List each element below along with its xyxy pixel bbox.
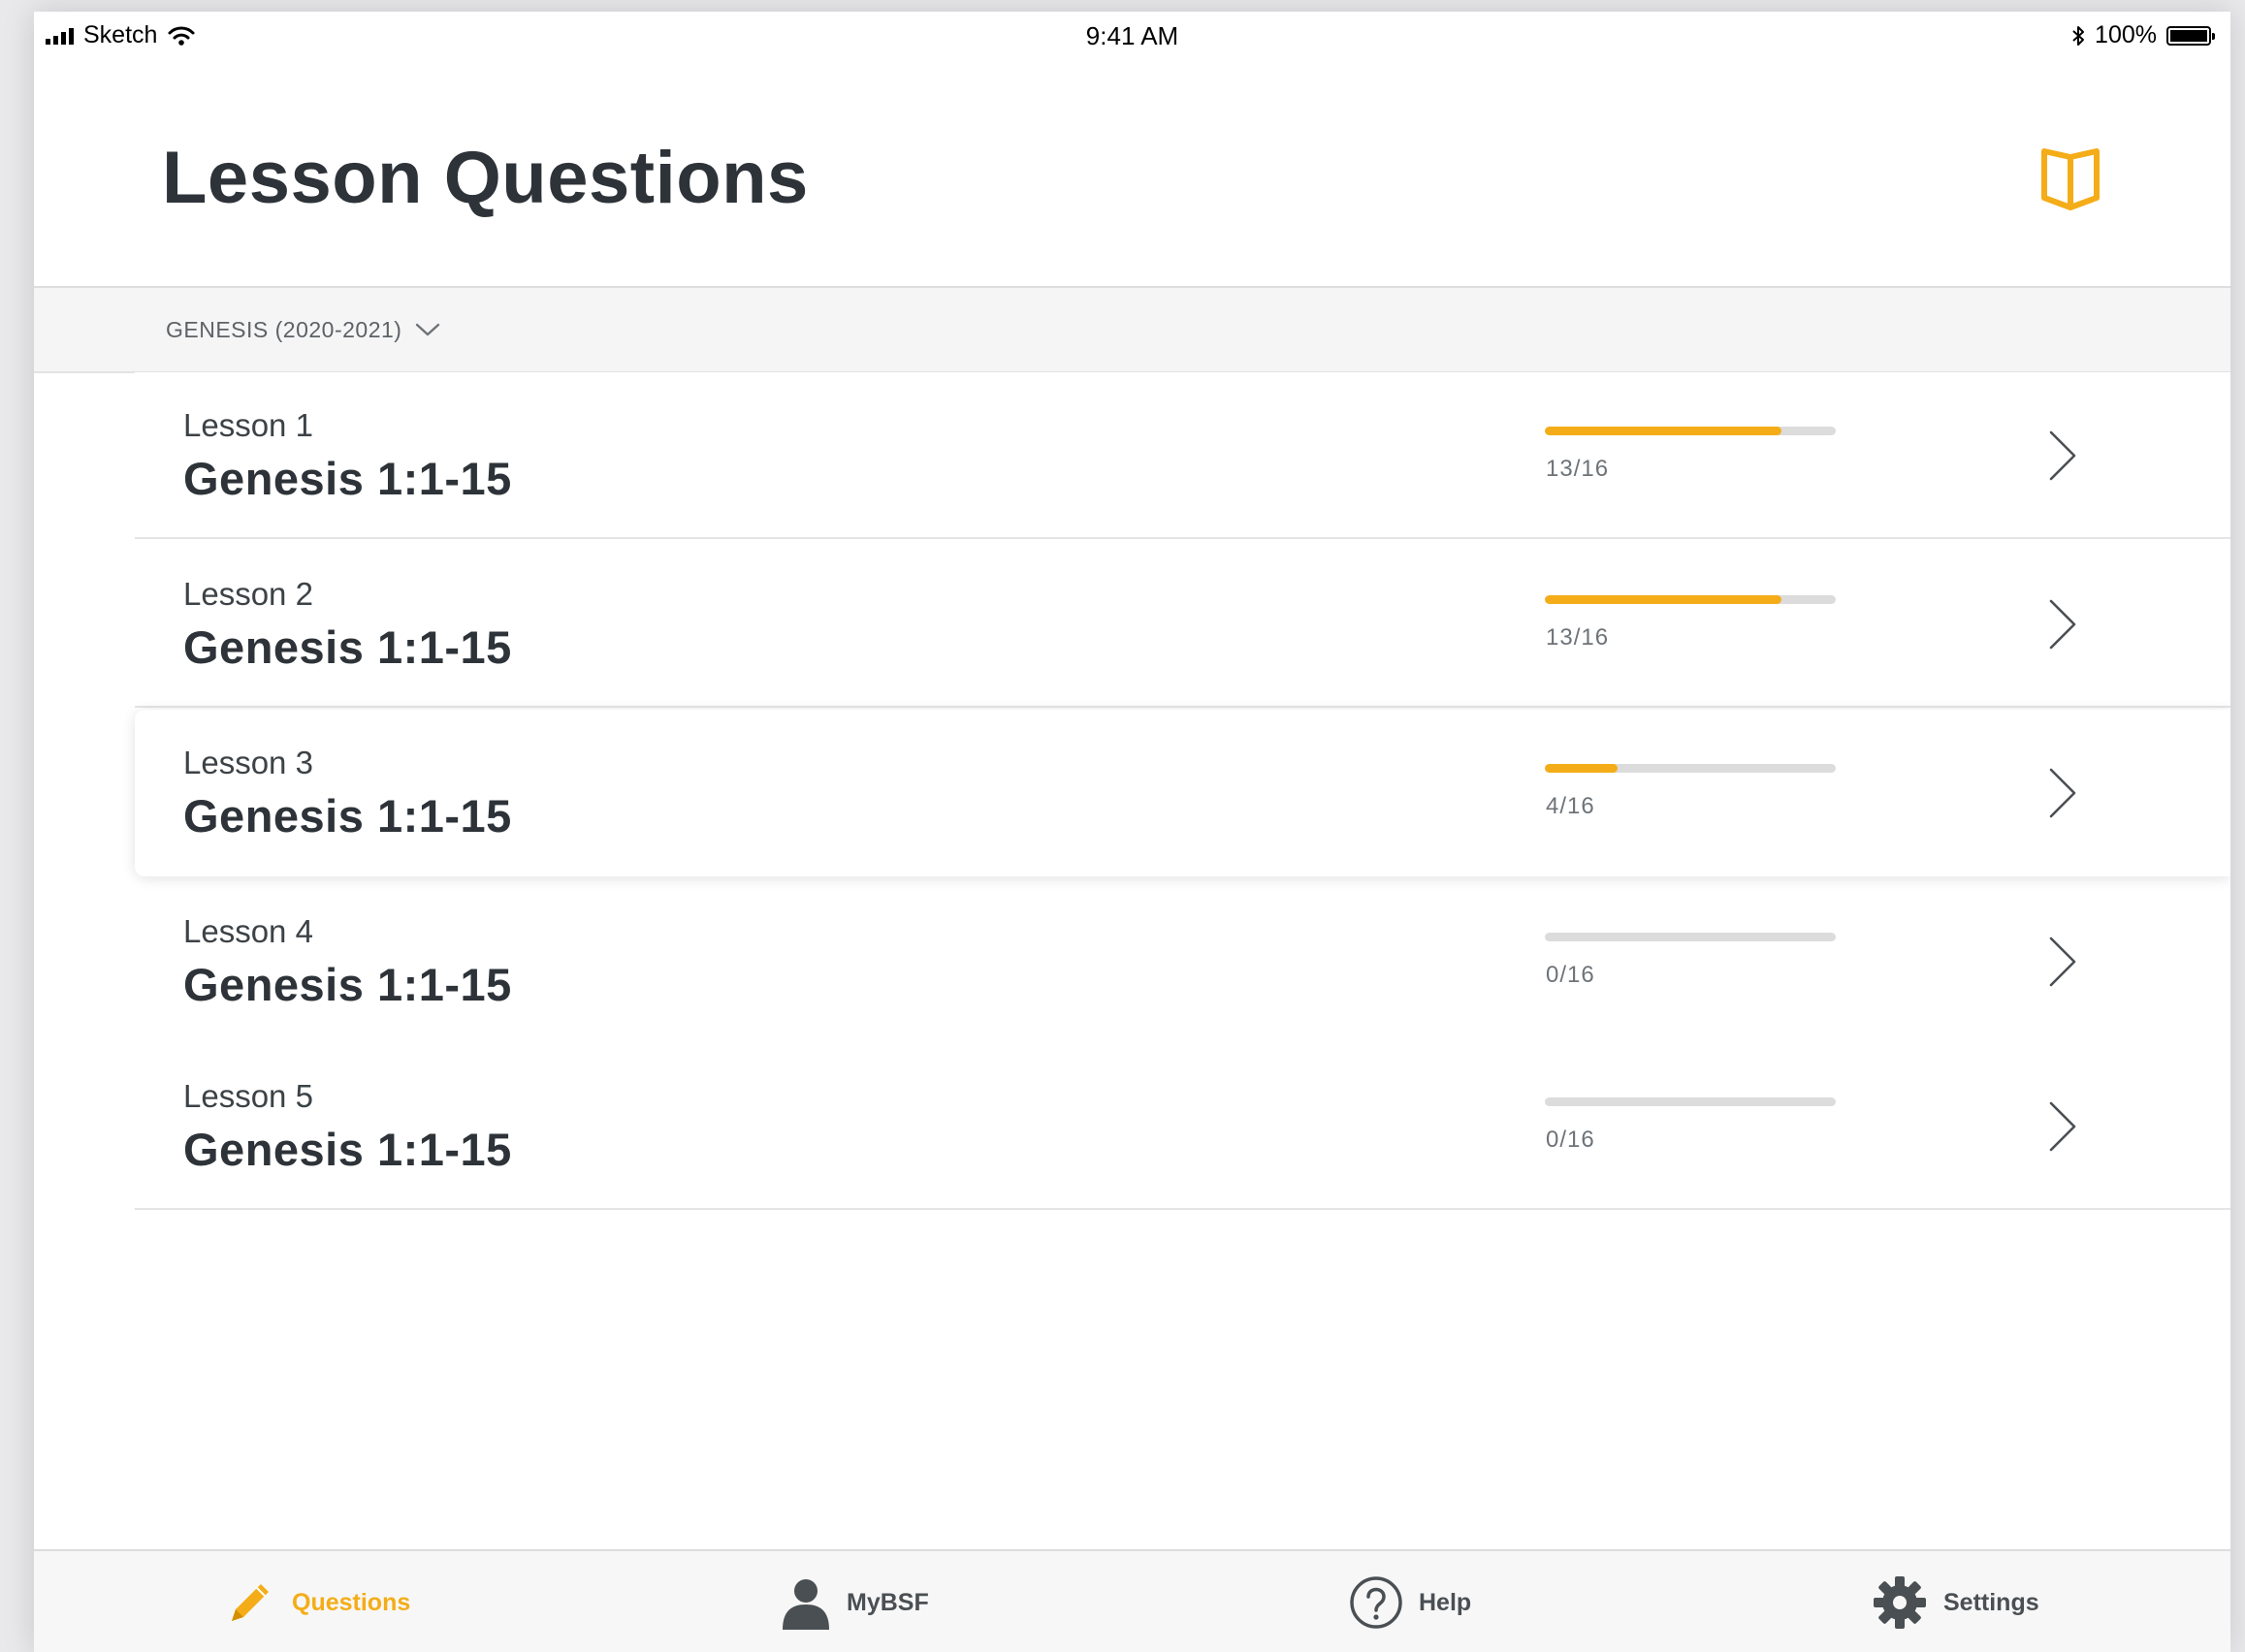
gear-icon (1874, 1576, 1926, 1629)
open-book-icon (2041, 148, 2100, 210)
lesson-reference: Genesis 1:1-15 (183, 1124, 512, 1175)
battery-icon (2166, 25, 2215, 46)
progress-label: 13/16 (1546, 456, 1610, 482)
tab-settings-label: Settings (1943, 1588, 2039, 1616)
chevron-right-icon (2049, 599, 2076, 650)
progress-bar (1545, 1097, 1836, 1106)
study-filter-bar: GENESIS (2020-2021) (34, 286, 2230, 373)
bible-button[interactable] (2032, 140, 2109, 217)
progress-label: 0/16 (1546, 962, 1595, 988)
chevron-down-icon (416, 323, 440, 336)
lesson-row-selected[interactable]: Lesson 3 Genesis 1:1-15 4/16 (135, 710, 2230, 876)
tab-questions[interactable]: Questions (224, 1551, 410, 1652)
lesson-reference: Genesis 1:1-15 (183, 621, 512, 673)
tab-help[interactable]: Help (1349, 1551, 1471, 1652)
tab-mybsf-label: MyBSF (847, 1588, 929, 1616)
battery-percent: 100% (2095, 21, 2157, 48)
progress-label: 4/16 (1546, 793, 1595, 819)
tab-questions-label: Questions (292, 1588, 411, 1616)
bluetooth-icon (2072, 25, 2085, 46)
ipad-screen: Sketch 9:41 AM 100% Lesson Questions GEN… (34, 12, 2230, 1652)
status-bar: Sketch 9:41 AM 100% (34, 12, 2230, 60)
lesson-row[interactable]: Lesson 5 Genesis 1:1-15 0/16 (135, 1043, 2230, 1210)
tab-settings[interactable]: Settings (1872, 1551, 2039, 1652)
tab-help-label: Help (1419, 1588, 1472, 1616)
chevron-right-icon (2049, 1101, 2076, 1152)
lesson-row[interactable]: Lesson 1 Genesis 1:1-15 13/16 (135, 372, 2230, 539)
progress-fill (1545, 427, 1781, 435)
lesson-reference: Genesis 1:1-15 (183, 959, 512, 1010)
progress-bar (1545, 427, 1836, 435)
progress-bar (1545, 764, 1836, 773)
lesson-number: Lesson 3 (183, 745, 313, 780)
status-bar-right: 100% (2071, 21, 2215, 49)
page-title: Lesson Questions (162, 137, 809, 219)
lesson-number: Lesson 2 (183, 576, 313, 612)
study-selector-label: GENESIS (2020-2021) (166, 316, 402, 342)
lesson-number: Lesson 5 (183, 1078, 313, 1114)
tab-bar: Questions MyBSF Help Settings (34, 1549, 2230, 1652)
progress-label: 13/16 (1546, 624, 1610, 651)
status-time: 9:41 AM (1085, 21, 1179, 50)
tab-mybsf[interactable]: MyBSF (781, 1551, 929, 1652)
lesson-number: Lesson 1 (183, 407, 313, 443)
lesson-row[interactable]: Lesson 4 Genesis 1:1-15 0/16 (135, 878, 2230, 1045)
pencil-icon (232, 1584, 269, 1621)
help-icon (1350, 1576, 1402, 1629)
lesson-row[interactable]: Lesson 2 Genesis 1:1-15 13/16 (135, 541, 2230, 708)
progress-fill (1545, 764, 1618, 773)
person-icon (783, 1579, 829, 1630)
progress-bar (1545, 933, 1836, 941)
chevron-right-icon (2049, 768, 2076, 818)
progress-bar (1545, 595, 1836, 604)
battery-fill (2170, 29, 2207, 42)
lesson-number: Lesson 4 (183, 913, 313, 949)
progress-label: 0/16 (1546, 1127, 1595, 1153)
lesson-reference: Genesis 1:1-15 (183, 790, 512, 842)
progress-fill (1545, 595, 1781, 604)
chevron-right-icon (2049, 937, 2076, 987)
lesson-reference: Genesis 1:1-15 (183, 453, 512, 504)
chevron-right-icon (2049, 430, 2076, 481)
study-selector[interactable]: GENESIS (2020-2021) (166, 288, 440, 371)
